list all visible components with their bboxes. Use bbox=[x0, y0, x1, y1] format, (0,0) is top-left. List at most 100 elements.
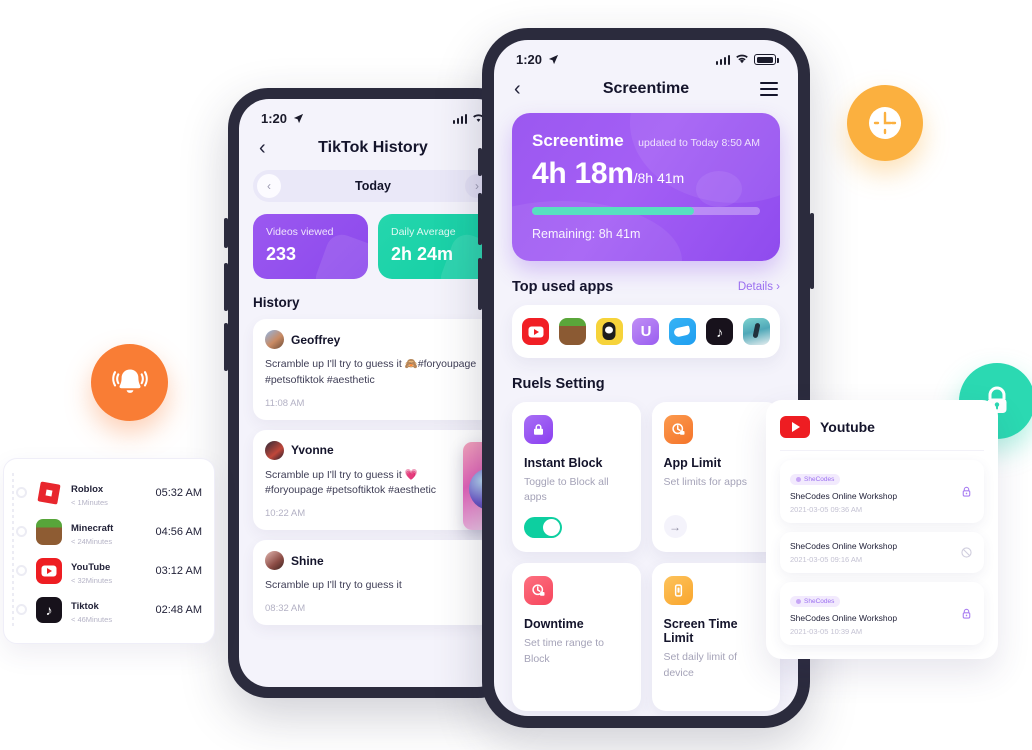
tag-dot-icon bbox=[796, 477, 801, 482]
list-item[interactable]: SheCodes Online Workshop 2021-03-05 09:1… bbox=[780, 532, 984, 573]
youtube-icon[interactable] bbox=[522, 318, 549, 345]
post-text: Scramble up I'll try to guess it bbox=[265, 579, 402, 591]
minecraft-icon[interactable] bbox=[558, 318, 586, 345]
nav-bar-main: ‹ Screentime bbox=[494, 69, 798, 107]
top-used-apps-header: Top used apps Details › bbox=[512, 279, 780, 295]
phone-volume-up-button[interactable] bbox=[478, 193, 482, 245]
lock-icon[interactable] bbox=[958, 484, 974, 500]
video-date: 2021-03-05 09:36 AM bbox=[790, 505, 863, 514]
lock-icon[interactable] bbox=[958, 606, 974, 622]
tag-label: SheCodes bbox=[804, 598, 835, 605]
tiktok-icon: ♪ bbox=[36, 596, 62, 623]
rule-title: Instant Block bbox=[524, 456, 603, 470]
phone-side-button[interactable] bbox=[224, 218, 228, 248]
youtube-history-card: Youtube SheCodes SheCodes Online Worksho… bbox=[766, 400, 998, 659]
u-app-icon[interactable]: U bbox=[632, 318, 660, 345]
table-row[interactable]: YouTube < 32Minutes 03:12 AM bbox=[16, 551, 202, 590]
post-author: Yvonne bbox=[291, 443, 334, 457]
list-item[interactable]: Yvonne Scramble up I'll try to guess it … bbox=[253, 429, 507, 530]
video-title: SheCodes Online Workshop bbox=[790, 541, 898, 551]
rule-card-downtime[interactable]: Downtime Set time range to Block bbox=[512, 563, 641, 712]
post-text: Scramble up I'll try to guess it 🙈#foryo… bbox=[265, 358, 477, 386]
status-time: 1:20 bbox=[261, 111, 288, 126]
table-row[interactable]: Minecraft < 24Minutes 04:56 AM bbox=[16, 512, 202, 551]
day-picker: ‹ Today › bbox=[253, 170, 493, 202]
rule-card-app-limit[interactable]: App Limit Set limits for apps → bbox=[651, 402, 780, 553]
list-item[interactable]: Shine Scramble up I'll try to guess it 0… bbox=[253, 540, 493, 625]
timeline-dot bbox=[16, 526, 27, 537]
tag-label: SheCodes bbox=[804, 476, 835, 483]
list-item[interactable]: SheCodes SheCodes Online Workshop 2021-0… bbox=[780, 460, 984, 523]
timeline-dot bbox=[16, 565, 27, 576]
stat-label: Videos viewed bbox=[266, 226, 334, 238]
app-name: Tiktok bbox=[71, 600, 99, 612]
back-button[interactable]: ‹ bbox=[259, 138, 283, 158]
hero-updated-text: updated to Today 8:50 AM bbox=[638, 137, 760, 149]
post-time: 11:08 AM bbox=[265, 397, 305, 409]
lock-shield-icon bbox=[524, 415, 553, 444]
clock-icon bbox=[869, 107, 901, 139]
details-link-label: Details bbox=[737, 281, 773, 293]
table-row[interactable]: Roblox < 1Minutes 05:32 AM bbox=[16, 473, 202, 512]
app-limit-arrow-button[interactable]: → bbox=[663, 515, 687, 539]
roblox-icon bbox=[36, 479, 62, 506]
rule-description: Set limits for apps bbox=[663, 476, 747, 488]
block-icon[interactable] bbox=[958, 545, 974, 561]
stat-card-videos-viewed[interactable]: Videos viewed 233 bbox=[253, 214, 368, 279]
tiktok-history-screen: 1:20 ‹ TikTok History ‹ Today › Videos v… bbox=[239, 99, 507, 687]
stat-value: 233 bbox=[266, 244, 297, 264]
app-name: Minecraft bbox=[71, 522, 114, 534]
video-title: SheCodes Online Workshop bbox=[790, 613, 898, 623]
details-link[interactable]: Details › bbox=[738, 281, 780, 293]
phone-screentime: 1:20 ‹ Screentime Screentime updated to … bbox=[478, 28, 814, 728]
back-button[interactable]: ‹ bbox=[514, 79, 538, 99]
stat-card-daily-average[interactable]: Daily Average 2h 24m bbox=[378, 214, 493, 279]
page-title: TikTok History bbox=[318, 139, 428, 156]
rule-card-screen-time-limit[interactable]: Screen Time Limit Set daily limit of dev… bbox=[651, 563, 780, 712]
list-item[interactable]: SheCodes SheCodes Online Workshop 2021-0… bbox=[780, 582, 984, 645]
post-text: Scramble up I'll try to guess it 💗 #fory… bbox=[265, 468, 437, 497]
screentime-used-value: 4h 18m bbox=[532, 157, 634, 190]
clock-lock-icon bbox=[524, 576, 553, 606]
app-duration: < 1Minutes bbox=[71, 497, 108, 507]
app-name: Roblox bbox=[71, 483, 104, 495]
qq-penguin-icon[interactable] bbox=[595, 318, 623, 345]
rules-grid: Instant Block Toggle to Block all apps A… bbox=[512, 402, 780, 712]
app-limit-icon bbox=[663, 415, 693, 444]
screentime-progress-bar bbox=[532, 207, 760, 215]
top-used-apps-row: U ♪ bbox=[512, 305, 780, 358]
post-time: 08:32 AM bbox=[265, 602, 306, 614]
phone-volume-down-button[interactable] bbox=[478, 258, 482, 310]
rule-description: Toggle to Block all apps bbox=[524, 476, 609, 504]
wifi-icon bbox=[736, 54, 748, 64]
phone-power-button[interactable] bbox=[810, 213, 814, 289]
page-title: Screentime bbox=[602, 80, 690, 97]
phone-volume-up-button[interactable] bbox=[224, 263, 228, 311]
video-date: 2021-03-05 09:16 AM bbox=[790, 555, 863, 564]
photo-app-icon[interactable] bbox=[742, 318, 770, 345]
day-prev-button[interactable]: ‹ bbox=[257, 174, 281, 198]
stats-row: Videos viewed 233 Daily Average 2h 24m bbox=[253, 214, 493, 279]
hamburger-menu-icon[interactable] bbox=[754, 82, 778, 96]
screentime-screen: 1:20 ‹ Screentime Screentime updated to … bbox=[494, 40, 798, 716]
app-time: 02:48 AM bbox=[155, 603, 202, 616]
phone-volume-down-button[interactable] bbox=[224, 323, 228, 371]
status-bar-main: 1:20 bbox=[494, 40, 798, 69]
wechat-bird-icon[interactable] bbox=[669, 318, 697, 345]
history-section-title: History bbox=[253, 295, 300, 310]
video-date: 2021-03-05 10:39 AM bbox=[790, 627, 863, 636]
app-time: 03:12 AM bbox=[155, 564, 202, 577]
avatar bbox=[265, 440, 284, 460]
location-arrow-icon bbox=[548, 54, 559, 65]
list-item[interactable]: Geoffrey Scramble up I'll try to guess i… bbox=[253, 319, 493, 420]
app-name: YouTube bbox=[71, 561, 111, 573]
youtube-card-title: Youtube bbox=[820, 419, 875, 435]
tiktok-icon[interactable]: ♪ bbox=[706, 318, 734, 345]
instant-block-toggle[interactable] bbox=[524, 517, 562, 539]
rule-card-instant-block[interactable]: Instant Block Toggle to Block all apps bbox=[512, 402, 641, 553]
table-row[interactable]: ♪ Tiktok < 46Minutes 02:48 AM bbox=[16, 590, 202, 629]
app-duration: < 46Minutes bbox=[71, 614, 113, 624]
phone-side-button[interactable] bbox=[478, 148, 482, 176]
mockup-stage: 1:20 ‹ TikTok History ‹ Today › Videos v… bbox=[0, 0, 1032, 750]
rule-description: Set time range to Block bbox=[524, 637, 604, 665]
